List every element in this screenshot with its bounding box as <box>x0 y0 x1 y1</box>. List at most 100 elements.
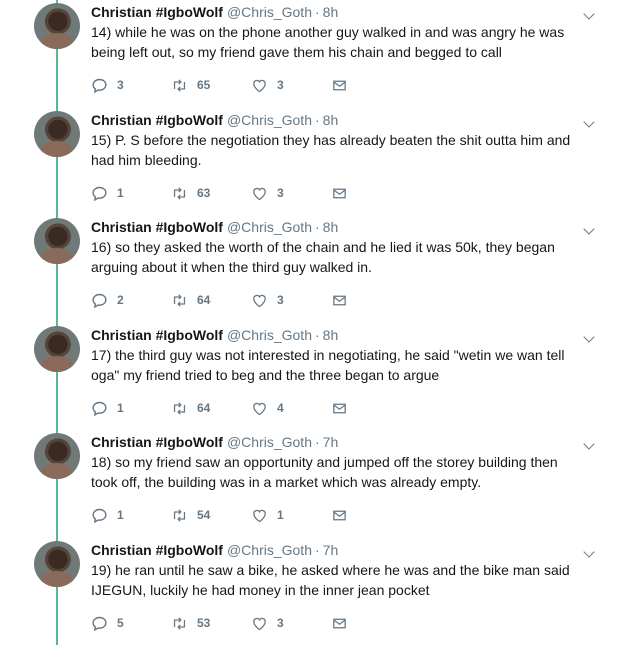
separator-dot: · <box>315 434 320 450</box>
tweet-header: Christian #IgboWolf @Chris_Goth · 8h <box>91 3 338 21</box>
avatar[interactable] <box>34 541 80 587</box>
reply-button[interactable]: 1 <box>91 505 124 525</box>
envelope-icon <box>333 618 346 628</box>
tweet[interactable]: Christian #IgboWolf @Chris_Goth · 7h 19) he… <box>0 541 633 648</box>
reply-button[interactable]: 3 <box>91 75 124 95</box>
heart-icon <box>253 187 266 200</box>
retweet-button[interactable]: 64 <box>171 290 210 310</box>
retweet-button[interactable]: 54 <box>171 505 210 525</box>
reply-count: 1 <box>117 186 124 200</box>
retweet-icon <box>173 293 186 307</box>
direct-message-button[interactable] <box>331 613 348 633</box>
chevron-down-icon[interactable] <box>583 223 595 235</box>
retweet-count: 63 <box>197 186 211 200</box>
author-name[interactable]: Christian #IgboWolf <box>91 112 223 128</box>
retweet-button[interactable]: 53 <box>171 613 210 633</box>
tweet[interactable]: Christian #IgboWolf @Chris_Goth · 8h 14) wh… <box>0 3 633 110</box>
tweet-actions: 5 53 3 <box>91 613 391 633</box>
retweet-button[interactable]: 65 <box>171 75 210 95</box>
like-button[interactable]: 3 <box>251 75 284 95</box>
avatar[interactable] <box>34 326 80 372</box>
tweet-text: 14) while he was on the phone another gu… <box>91 24 565 60</box>
avatar[interactable] <box>34 111 80 157</box>
author-handle[interactable]: @Chris_Goth <box>227 327 312 343</box>
like-count: 3 <box>277 78 284 92</box>
reply-icon <box>92 616 107 631</box>
chevron-down-icon[interactable] <box>583 438 595 450</box>
reply-icon <box>92 508 107 523</box>
tweet-timestamp[interactable]: 8h <box>323 112 339 128</box>
author-handle[interactable]: @Chris_Goth <box>227 542 312 558</box>
avatar[interactable] <box>34 433 80 479</box>
separator-dot: · <box>315 327 320 343</box>
author-handle[interactable]: @Chris_Goth <box>227 112 312 128</box>
tweet-actions: 1 63 3 <box>91 183 391 203</box>
tweet-header: Christian #IgboWolf @Chris_Goth · 8h <box>91 326 338 344</box>
chevron-down-icon[interactable] <box>583 546 595 558</box>
retweet-icon <box>173 508 186 522</box>
avatar[interactable] <box>34 218 80 264</box>
tweet-timestamp[interactable]: 7h <box>323 542 339 558</box>
like-button[interactable]: 1 <box>251 505 284 525</box>
tweet-header: Christian #IgboWolf @Chris_Goth · 8h <box>91 218 338 236</box>
direct-message-button[interactable] <box>331 183 348 203</box>
retweet-button[interactable]: 64 <box>171 398 210 418</box>
tweet-timestamp[interactable]: 8h <box>323 327 339 343</box>
chevron-down-icon[interactable] <box>583 8 595 20</box>
tweet-text: 16) so they asked the worth of the chain… <box>91 239 555 275</box>
envelope-icon <box>333 403 346 413</box>
reply-count: 2 <box>117 293 124 307</box>
tweet-timestamp[interactable]: 7h <box>323 434 339 450</box>
tweet-actions: 1 64 4 <box>91 398 391 418</box>
direct-message-button[interactable] <box>331 75 348 95</box>
reply-button[interactable]: 5 <box>91 613 124 633</box>
author-handle[interactable]: @Chris_Goth <box>227 219 312 235</box>
reply-button[interactable]: 1 <box>91 398 124 418</box>
retweet-icon <box>173 401 186 415</box>
like-button[interactable]: 3 <box>251 613 284 633</box>
envelope-icon <box>333 80 346 90</box>
like-count: 4 <box>277 401 284 415</box>
direct-message-button[interactable] <box>331 505 348 525</box>
tweet-text: 19) he ran until he saw a bike, he asked… <box>91 562 570 598</box>
reply-button[interactable]: 1 <box>91 183 124 203</box>
chevron-down-icon[interactable] <box>583 331 595 343</box>
author-handle[interactable]: @Chris_Goth <box>227 4 312 20</box>
author-name[interactable]: Christian #IgboWolf <box>91 219 223 235</box>
retweet-count: 64 <box>197 293 211 307</box>
tweet[interactable]: Christian #IgboWolf @Chris_Goth · 8h 17) th… <box>0 326 633 433</box>
heart-icon <box>253 79 266 92</box>
heart-icon <box>253 509 266 522</box>
reply-count: 1 <box>117 401 124 415</box>
direct-message-button[interactable] <box>331 290 348 310</box>
tweet-timestamp[interactable]: 8h <box>323 4 339 20</box>
tweet[interactable]: Christian #IgboWolf @Chris_Goth · 7h 18) so… <box>0 433 633 540</box>
tweet-actions: 3 65 3 <box>91 75 391 95</box>
reply-icon <box>92 186 107 201</box>
reply-button[interactable]: 2 <box>91 290 124 310</box>
heart-icon <box>253 617 266 630</box>
author-handle[interactable]: @Chris_Goth <box>227 434 312 450</box>
like-count: 3 <box>277 293 284 307</box>
avatar[interactable] <box>34 3 80 49</box>
envelope-icon <box>333 295 346 305</box>
like-button[interactable]: 4 <box>251 398 284 418</box>
author-name[interactable]: Christian #IgboWolf <box>91 542 223 558</box>
tweet-timestamp[interactable]: 8h <box>323 219 339 235</box>
retweet-icon <box>173 186 186 200</box>
tweet[interactable]: Christian #IgboWolf @Chris_Goth · 8h 15) P.… <box>0 111 633 218</box>
like-button[interactable]: 3 <box>251 183 284 203</box>
direct-message-button[interactable] <box>331 398 348 418</box>
reply-count: 5 <box>117 616 124 630</box>
author-name[interactable]: Christian #IgboWolf <box>91 434 223 450</box>
retweet-button[interactable]: 63 <box>171 183 210 203</box>
retweet-count: 54 <box>197 508 211 522</box>
tweet[interactable]: Christian #IgboWolf @Chris_Goth · 8h 16) so… <box>0 218 633 325</box>
chevron-down-icon[interactable] <box>583 116 595 128</box>
author-name[interactable]: Christian #IgboWolf <box>91 4 223 20</box>
like-button[interactable]: 3 <box>251 290 284 310</box>
author-name[interactable]: Christian #IgboWolf <box>91 327 223 343</box>
separator-dot: · <box>315 112 320 128</box>
tweet-header: Christian #IgboWolf @Chris_Goth · 7h <box>91 433 338 451</box>
retweet-count: 65 <box>197 78 211 92</box>
